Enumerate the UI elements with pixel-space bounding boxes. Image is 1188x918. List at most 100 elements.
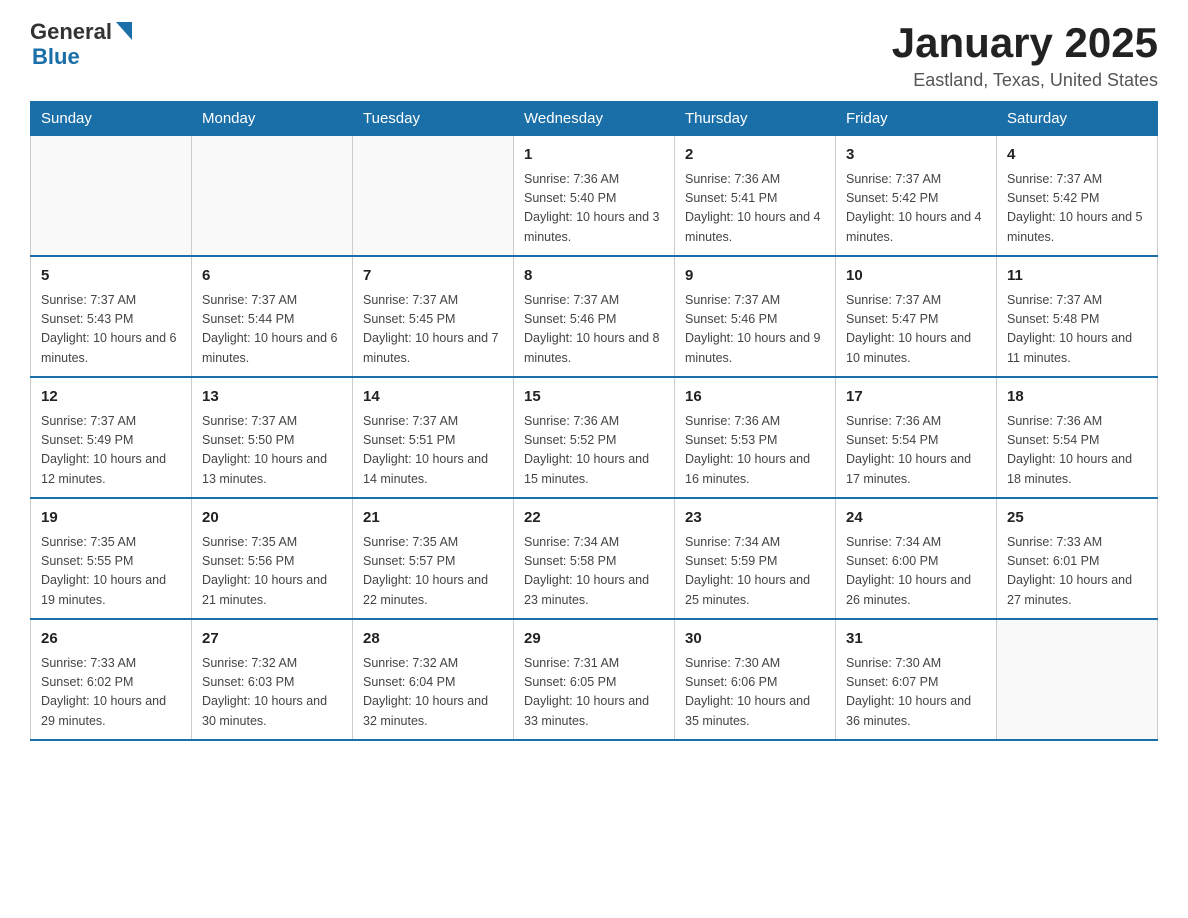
calendar-cell: 14Sunrise: 7:37 AM Sunset: 5:51 PM Dayli… xyxy=(353,377,514,498)
day-info: Sunrise: 7:37 AM Sunset: 5:45 PM Dayligh… xyxy=(363,291,503,369)
calendar-cell: 28Sunrise: 7:32 AM Sunset: 6:04 PM Dayli… xyxy=(353,619,514,740)
calendar-cell xyxy=(31,136,192,257)
day-number: 9 xyxy=(685,265,825,288)
calendar-cell: 9 Sunrise: 7:37 AM Sunset: 5:46 PM Daylig… xyxy=(675,256,836,377)
day-info: Sunrise: 7:37 AM Sunset: 5:50 PM Dayligh… xyxy=(202,412,342,490)
calendar-cell: 19 Sunrise: 7:35 AM Sunset: 5:55 PM Dayli… xyxy=(31,498,192,619)
day-info: Sunrise: 7:31 AM Sunset: 6:05 PM Dayligh… xyxy=(524,654,664,732)
calendar-week-2: 5Sunrise: 7:37 AM Sunset: 5:43 PM Daylig… xyxy=(31,256,1158,377)
calendar-cell: 6Sunrise: 7:37 AM Sunset: 5:44 PM Daylig… xyxy=(192,256,353,377)
day-info: Sunrise: 7:35 AM Sunset: 5:55 PM Dayligh… xyxy=(41,533,181,611)
header-day-sunday: Sunday xyxy=(31,102,192,136)
day-number: 12 xyxy=(41,386,181,409)
calendar-cell: 29Sunrise: 7:31 AM Sunset: 6:05 PM Dayli… xyxy=(514,619,675,740)
day-number: 13 xyxy=(202,386,342,409)
day-info: Sunrise: 7:33 AM Sunset: 6:02 PM Dayligh… xyxy=(41,654,181,732)
calendar-cell: 17 Sunrise: 7:36 AM Sunset: 5:54 PM Dayli… xyxy=(836,377,997,498)
calendar-cell: 8Sunrise: 7:37 AM Sunset: 5:46 PM Daylig… xyxy=(514,256,675,377)
calendar-cell: 11 Sunrise: 7:37 AM Sunset: 5:48 PM Dayli… xyxy=(997,256,1158,377)
header-row: SundayMondayTuesdayWednesdayThursdayFrid… xyxy=(31,102,1158,136)
day-info: Sunrise: 7:36 AM Sunset: 5:52 PM Dayligh… xyxy=(524,412,664,490)
day-number: 18 xyxy=(1007,386,1147,409)
calendar-week-5: 26 Sunrise: 7:33 AM Sunset: 6:02 PM Dayli… xyxy=(31,619,1158,740)
calendar-cell: 25 Sunrise: 7:33 AM Sunset: 6:01 PM Dayli… xyxy=(997,498,1158,619)
day-info: Sunrise: 7:37 AM Sunset: 5:48 PM Dayligh… xyxy=(1007,291,1147,369)
day-number: 16 xyxy=(685,386,825,409)
day-number: 23 xyxy=(685,507,825,530)
header-day-friday: Friday xyxy=(836,102,997,136)
day-number: 24 xyxy=(846,507,986,530)
day-info: Sunrise: 7:30 AM Sunset: 6:07 PM Dayligh… xyxy=(846,654,986,732)
calendar-cell: 27Sunrise: 7:32 AM Sunset: 6:03 PM Dayli… xyxy=(192,619,353,740)
calendar-cell: 18 Sunrise: 7:36 AM Sunset: 5:54 PM Dayli… xyxy=(997,377,1158,498)
calendar-cell: 31 Sunrise: 7:30 AM Sunset: 6:07 PM Dayli… xyxy=(836,619,997,740)
calendar-cell: 26 Sunrise: 7:33 AM Sunset: 6:02 PM Dayli… xyxy=(31,619,192,740)
day-info: Sunrise: 7:34 AM Sunset: 5:59 PM Dayligh… xyxy=(685,533,825,611)
calendar-table: SundayMondayTuesdayWednesdayThursdayFrid… xyxy=(30,101,1158,741)
calendar-cell: 21 Sunrise: 7:35 AM Sunset: 5:57 PM Dayli… xyxy=(353,498,514,619)
calendar-body: 1 Sunrise: 7:36 AM Sunset: 5:40 PM Daylig… xyxy=(31,136,1158,741)
day-info: Sunrise: 7:34 AM Sunset: 6:00 PM Dayligh… xyxy=(846,533,986,611)
header-day-tuesday: Tuesday xyxy=(353,102,514,136)
calendar-cell: 23 Sunrise: 7:34 AM Sunset: 5:59 PM Dayli… xyxy=(675,498,836,619)
calendar-week-3: 12 Sunrise: 7:37 AM Sunset: 5:49 PM Dayli… xyxy=(31,377,1158,498)
day-number: 30 xyxy=(685,628,825,651)
day-number: 31 xyxy=(846,628,986,651)
calendar-cell xyxy=(192,136,353,257)
day-number: 3 xyxy=(846,144,986,167)
day-info: Sunrise: 7:36 AM Sunset: 5:54 PM Dayligh… xyxy=(1007,412,1147,490)
day-number: 21 xyxy=(363,507,503,530)
day-info: Sunrise: 7:36 AM Sunset: 5:41 PM Dayligh… xyxy=(685,170,825,248)
calendar-cell: 30 Sunrise: 7:30 AM Sunset: 6:06 PM Dayli… xyxy=(675,619,836,740)
calendar-cell: 5Sunrise: 7:37 AM Sunset: 5:43 PM Daylig… xyxy=(31,256,192,377)
title-block: January 2025 Eastland, Texas, United Sta… xyxy=(892,20,1158,91)
calendar-cell xyxy=(353,136,514,257)
calendar-cell: 16Sunrise: 7:36 AM Sunset: 5:53 PM Dayli… xyxy=(675,377,836,498)
calendar-cell: 2 Sunrise: 7:36 AM Sunset: 5:41 PM Daylig… xyxy=(675,136,836,257)
day-number: 6 xyxy=(202,265,342,288)
day-number: 10 xyxy=(846,265,986,288)
day-info: Sunrise: 7:37 AM Sunset: 5:46 PM Dayligh… xyxy=(685,291,825,369)
calendar-cell: 20 Sunrise: 7:35 AM Sunset: 5:56 PM Dayli… xyxy=(192,498,353,619)
day-number: 2 xyxy=(685,144,825,167)
logo-triangle-icon xyxy=(116,22,132,40)
day-number: 7 xyxy=(363,265,503,288)
day-info: Sunrise: 7:35 AM Sunset: 5:56 PM Dayligh… xyxy=(202,533,342,611)
day-info: Sunrise: 7:36 AM Sunset: 5:40 PM Dayligh… xyxy=(524,170,664,248)
calendar-cell: 22Sunrise: 7:34 AM Sunset: 5:58 PM Dayli… xyxy=(514,498,675,619)
calendar-cell xyxy=(997,619,1158,740)
day-number: 22 xyxy=(524,507,664,530)
day-number: 20 xyxy=(202,507,342,530)
day-info: Sunrise: 7:33 AM Sunset: 6:01 PM Dayligh… xyxy=(1007,533,1147,611)
day-info: Sunrise: 7:36 AM Sunset: 5:54 PM Dayligh… xyxy=(846,412,986,490)
day-info: Sunrise: 7:32 AM Sunset: 6:04 PM Dayligh… xyxy=(363,654,503,732)
calendar-cell: 1 Sunrise: 7:36 AM Sunset: 5:40 PM Daylig… xyxy=(514,136,675,257)
day-number: 25 xyxy=(1007,507,1147,530)
day-info: Sunrise: 7:30 AM Sunset: 6:06 PM Dayligh… xyxy=(685,654,825,732)
day-number: 17 xyxy=(846,386,986,409)
day-info: Sunrise: 7:37 AM Sunset: 5:49 PM Dayligh… xyxy=(41,412,181,490)
page-header: General Blue January 2025 Eastland, Texa… xyxy=(30,20,1158,91)
header-day-thursday: Thursday xyxy=(675,102,836,136)
day-number: 1 xyxy=(524,144,664,167)
day-number: 11 xyxy=(1007,265,1147,288)
day-number: 19 xyxy=(41,507,181,530)
day-info: Sunrise: 7:37 AM Sunset: 5:46 PM Dayligh… xyxy=(524,291,664,369)
header-day-wednesday: Wednesday xyxy=(514,102,675,136)
calendar-cell: 24 Sunrise: 7:34 AM Sunset: 6:00 PM Dayli… xyxy=(836,498,997,619)
day-number: 15 xyxy=(524,386,664,409)
calendar-cell: 12 Sunrise: 7:37 AM Sunset: 5:49 PM Dayli… xyxy=(31,377,192,498)
calendar-cell: 13 Sunrise: 7:37 AM Sunset: 5:50 PM Dayli… xyxy=(192,377,353,498)
day-info: Sunrise: 7:35 AM Sunset: 5:57 PM Dayligh… xyxy=(363,533,503,611)
day-number: 4 xyxy=(1007,144,1147,167)
day-number: 26 xyxy=(41,628,181,651)
calendar-cell: 7 Sunrise: 7:37 AM Sunset: 5:45 PM Daylig… xyxy=(353,256,514,377)
day-number: 5 xyxy=(41,265,181,288)
day-info: Sunrise: 7:37 AM Sunset: 5:42 PM Dayligh… xyxy=(846,170,986,248)
day-info: Sunrise: 7:37 AM Sunset: 5:42 PM Dayligh… xyxy=(1007,170,1147,248)
calendar-cell: 3 Sunrise: 7:37 AM Sunset: 5:42 PM Daylig… xyxy=(836,136,997,257)
page-title: January 2025 xyxy=(892,20,1158,66)
calendar-cell: 10Sunrise: 7:37 AM Sunset: 5:47 PM Dayli… xyxy=(836,256,997,377)
header-day-saturday: Saturday xyxy=(997,102,1158,136)
logo: General Blue xyxy=(30,20,132,69)
